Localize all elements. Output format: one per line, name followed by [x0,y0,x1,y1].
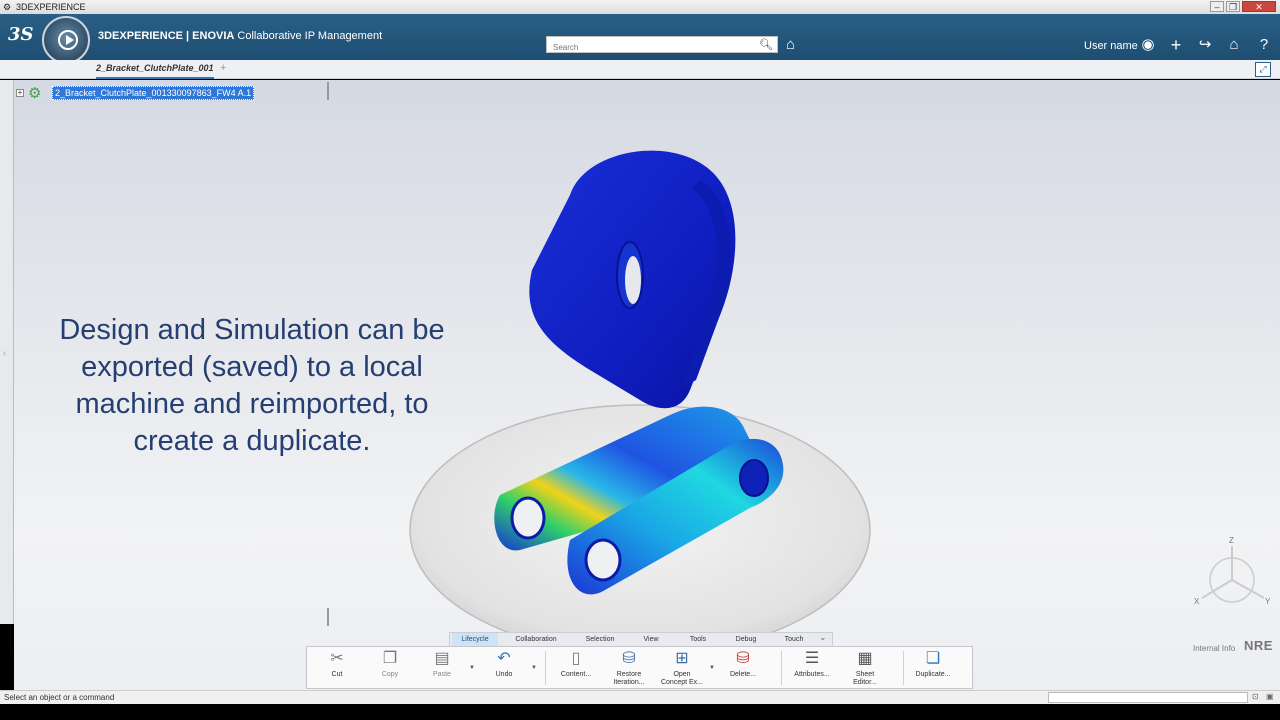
add-icon[interactable]: + [1166,35,1186,55]
separator [781,651,782,685]
attributes-button[interactable]: ☰ Attributes... [790,649,834,679]
app-header: 3S 3DEXPERIENCE | ENOVIA Collaborative I… [0,14,1280,64]
delete-button[interactable]: ⛁ Delete... [721,649,765,679]
ds-logo-icon[interactable]: 3S [8,24,36,52]
undo-icon: ↶ [497,650,511,667]
separator [903,651,904,685]
tab-document[interactable]: 2_Bracket_ClutchPlate_001 [96,63,214,79]
minimize-icon[interactable]: – [1210,1,1224,12]
tab-lifecycle[interactable]: Lifecycle [452,633,498,646]
search-input[interactable] [547,40,747,55]
action-bar-tabs: Lifecycle Collaboration Selection View T… [449,632,833,646]
status-icon[interactable]: ⊡ [1252,692,1259,701]
status-message: Select an object or a command [4,693,115,702]
delete-icon: ⛁ [736,650,750,667]
play-icon[interactable] [58,30,78,50]
restore-iteration-button[interactable]: ⛁ Restore Iteration... [607,649,651,687]
tab-selection[interactable]: Selection [578,633,622,646]
splitter-handle[interactable] [327,82,329,100]
compass-triad[interactable]: Z X Y [1188,534,1272,608]
expand-icon[interactable]: + [16,89,24,97]
search-box: 🔍︎ [546,36,778,55]
app-window-icon: ⚙ [3,2,12,12]
arm-hole-right [739,459,769,497]
command-input[interactable] [1048,692,1248,703]
database-clock-icon: ⛁ [622,650,636,667]
share-icon[interactable]: ↪ [1195,35,1215,55]
slot-hole-inner [625,256,641,304]
clipboard-icon: ▤ [434,650,450,667]
compass-icon[interactable] [42,16,90,64]
open-dropdown-icon[interactable]: ▼ [709,665,715,671]
tree-root-node[interactable]: 2_Bracket_ClutchPlate_001330097863_FW4 A… [52,86,255,100]
action-bar: ✂ Cut ❐ Copy ▤ Paste ▼ ↶ Undo ▼ ▯ Content... … [306,646,973,689]
arm-hole-front [584,538,622,582]
tab-touch[interactable]: Touch [778,633,810,646]
sheet-editor-button[interactable]: ▦ Sheet Editor... [843,649,887,687]
help-icon[interactable]: ? [1254,35,1274,55]
user-avatar-icon[interactable]: ◉ [1138,35,1158,55]
paste-button[interactable]: ▤ Paste [420,649,464,679]
duplicate-button[interactable]: ❏ Duplicate... [911,649,955,679]
cut-button[interactable]: ✂ Cut [315,649,359,679]
tag-icon[interactable]: ⌂ [786,36,795,53]
window-title: 3DEXPERIENCE [16,2,86,12]
add-tab-icon[interactable]: + [220,62,226,74]
triad-z-label: Z [1229,536,1234,545]
triad-x-label: X [1194,597,1200,606]
tab-view[interactable]: View [636,633,666,646]
product-gear-icon[interactable]: ⚙ [28,84,41,102]
maximize-icon[interactable]: ⤢ [1255,62,1271,77]
tab-bar: 2_Bracket_ClutchPlate_001 + [0,60,1280,79]
list-icon: ☰ [804,650,820,667]
tab-collaboration[interactable]: Collaboration [510,633,562,646]
status-settings-icon[interactable]: ▣ [1266,692,1274,701]
copy-icon: ❐ [382,650,398,667]
triad-y-label: Y [1265,597,1271,606]
paste-dropdown-icon[interactable]: ▼ [469,665,475,671]
arm-hole-left [510,496,546,540]
copy-button[interactable]: ❐ Copy [368,649,412,679]
duplicate-icon: ❏ [925,650,941,667]
close-icon[interactable]: ✕ [1242,1,1276,12]
separator [545,651,546,685]
status-bar: Select an object or a command ⊡ ▣ [0,690,1280,704]
tab-debug[interactable]: Debug [730,633,762,646]
nre-logo: NRE [1244,638,1273,653]
undo-dropdown-icon[interactable]: ▼ [531,665,537,671]
window-title-bar: ⚙ 3DEXPERIENCE – ❐ ✕ [0,0,1280,14]
bracket-model[interactable] [400,140,880,640]
sheet-icon: ▦ [857,650,873,667]
splitter-handle-bottom[interactable] [327,608,329,626]
search-icon[interactable]: 🔍︎ [759,38,773,52]
concept-icon: ⊞ [675,650,689,667]
restore-icon[interactable]: ❐ [1226,1,1240,12]
left-panel-strip[interactable]: ‹ [0,80,14,624]
app-title: 3DEXPERIENCE | ENOVIA Collaborative IP M… [98,30,383,42]
chevron-left-icon[interactable]: ‹ [3,348,6,359]
internal-info-label: Internal Info [1193,644,1236,653]
user-name[interactable]: User name [1084,40,1138,52]
content-button[interactable]: ▯ Content... [554,649,598,679]
open-concept-button[interactable]: ⊞ Open Concept Ex... [660,649,704,687]
undo-button[interactable]: ↶ Undo [482,649,526,679]
document-icon: ▯ [571,650,581,667]
scissors-icon: ✂ [330,650,344,667]
home-icon[interactable]: ⌂ [1224,35,1244,55]
tab-tools[interactable]: Tools [682,633,714,646]
chevron-down-icon[interactable]: ⌄ [819,632,827,643]
